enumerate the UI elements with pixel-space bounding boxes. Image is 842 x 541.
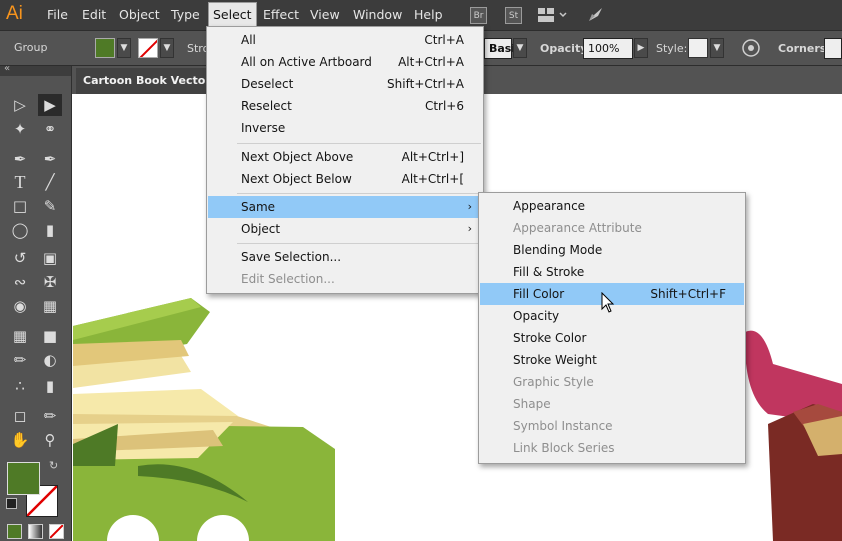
menu-select[interactable]: Select bbox=[208, 2, 257, 28]
submenu-item-fill-stroke[interactable]: Fill & Stroke bbox=[480, 261, 744, 283]
menu-item-same[interactable]: Same › bbox=[208, 196, 482, 218]
rocket-icon[interactable] bbox=[586, 6, 606, 24]
tools-panel-header[interactable]: « bbox=[0, 63, 71, 76]
scale-tool-icon[interactable]: ▣ bbox=[38, 247, 62, 269]
curvature-tool-icon[interactable]: ✒ bbox=[38, 148, 62, 170]
shaper-tool-icon[interactable]: ◯ bbox=[8, 219, 32, 241]
bridge-icon[interactable]: Br bbox=[470, 7, 487, 24]
style-label: Style: bbox=[656, 42, 688, 55]
submenu-item-link-block-series: Link Block Series bbox=[513, 441, 615, 455]
corners-label: Corners: bbox=[778, 42, 831, 55]
eyedropper-tool-icon[interactable]: ✏ bbox=[8, 349, 32, 371]
style-dropdown-arrow[interactable]: ▼ bbox=[513, 38, 527, 58]
lasso-tool-icon[interactable]: ⚭ bbox=[38, 118, 62, 140]
symbol-sprayer-tool-icon[interactable]: ∴ bbox=[8, 375, 32, 397]
tools-panel: « ▷ ▶ ✦ ⚭ ✒ ✒ T ╱ □ ✎ ◯ ▮ ↺ ▣ ∾ ✠ ◉ ▦ ▦ … bbox=[0, 63, 72, 541]
zoom-tool-icon[interactable]: ⚲ bbox=[38, 429, 62, 451]
workspace-layout-icon[interactable] bbox=[538, 8, 568, 23]
submenu-item-blending-mode[interactable]: Blending Mode bbox=[480, 239, 744, 261]
fill-dropdown[interactable]: ▼ bbox=[117, 38, 131, 58]
type-tool-icon[interactable]: T bbox=[8, 171, 32, 193]
menu-item-deselect[interactable]: Deselect Shift+Ctrl+A bbox=[208, 73, 482, 95]
default-colors-icon[interactable] bbox=[6, 498, 17, 509]
submenu-item-shape: Shape bbox=[513, 397, 551, 411]
fill-swatch[interactable] bbox=[95, 38, 115, 58]
color-mode-icon[interactable] bbox=[7, 524, 22, 539]
selection-tool-icon[interactable]: ▷ bbox=[8, 94, 32, 116]
submenu-item-appearance-attribute: Appearance Attribute bbox=[513, 221, 642, 235]
line-tool-icon[interactable]: ╱ bbox=[38, 171, 62, 193]
puppet-warp-tool-icon[interactable]: ✠ bbox=[38, 271, 62, 293]
submenu-item-stroke-weight[interactable]: Stroke Weight bbox=[480, 349, 744, 371]
recolor-artwork-icon[interactable] bbox=[742, 39, 760, 57]
submenu-item-symbol-instance: Symbol Instance bbox=[513, 419, 613, 433]
menu-separator bbox=[237, 143, 481, 144]
corners-field[interactable] bbox=[824, 38, 842, 59]
graph-tool-icon[interactable]: ▮ bbox=[38, 375, 62, 397]
menu-item-all-on-active-artboard[interactable]: All on Active Artboard Alt+Ctrl+A bbox=[208, 51, 482, 73]
menu-item-next-object-below[interactable]: Next Object Below Alt+Ctrl+[ bbox=[208, 168, 482, 190]
mesh-tool-icon[interactable]: ▦ bbox=[8, 325, 32, 347]
rotate-tool-icon[interactable]: ↺ bbox=[8, 247, 32, 269]
opacity-arrow[interactable]: ▶ bbox=[634, 38, 648, 58]
menu-separator bbox=[237, 193, 481, 194]
graphic-style-dropdown[interactable]: ▼ bbox=[710, 38, 724, 58]
menu-item-all[interactable]: All Ctrl+A bbox=[208, 29, 482, 51]
gradient-tool-icon[interactable]: ■ bbox=[38, 325, 62, 347]
gradient-mode-icon[interactable] bbox=[28, 524, 43, 539]
perspective-grid-tool-icon[interactable]: ▦ bbox=[38, 295, 62, 317]
slice-tool-icon[interactable]: ✏ bbox=[38, 405, 62, 427]
fill-color-box[interactable] bbox=[7, 462, 40, 495]
menu-item-object[interactable]: Object › bbox=[208, 218, 482, 240]
direct-selection-tool-icon[interactable]: ▶ bbox=[38, 94, 62, 116]
paintbrush-tool-icon[interactable]: ✎ bbox=[38, 195, 62, 217]
pen-tool-icon[interactable]: ✒ bbox=[8, 148, 32, 170]
submenu-item-graphic-style: Graphic Style bbox=[513, 375, 594, 389]
menu-item-next-object-above[interactable]: Next Object Above Alt+Ctrl+] bbox=[208, 146, 482, 168]
menu-edit[interactable]: Edit bbox=[82, 0, 106, 30]
selection-type-label: Group bbox=[14, 41, 48, 54]
graphic-style-swatch[interactable] bbox=[688, 38, 708, 58]
menu-item-edit-selection: Edit Selection... bbox=[241, 272, 335, 286]
menu-type[interactable]: Type bbox=[171, 0, 200, 30]
submenu-arrow-icon: › bbox=[467, 222, 472, 235]
stroke-dropdown[interactable]: ▼ bbox=[160, 38, 174, 58]
collapse-icon[interactable]: « bbox=[4, 63, 10, 74]
warp-tool-icon[interactable]: ∾ bbox=[8, 271, 32, 293]
menu-item-save-selection[interactable]: Save Selection... bbox=[208, 246, 482, 268]
app-logo: Ai bbox=[6, 3, 23, 24]
none-mode-icon[interactable] bbox=[49, 524, 64, 539]
menu-object[interactable]: Object bbox=[119, 0, 160, 30]
shape-builder-tool-icon[interactable]: ◉ bbox=[8, 295, 32, 317]
artboard-tool-icon[interactable]: ◻ bbox=[8, 405, 32, 427]
style-dropdown[interactable]: Basic bbox=[484, 38, 522, 59]
menu-item-inverse[interactable]: Inverse bbox=[208, 117, 482, 139]
hand-tool-icon[interactable]: ✋ bbox=[8, 429, 32, 451]
same-submenu: Appearance Appearance Attribute Blending… bbox=[478, 192, 746, 464]
menu-item-reselect[interactable]: Reselect Ctrl+6 bbox=[208, 95, 482, 117]
menu-file[interactable]: File bbox=[47, 0, 68, 30]
submenu-item-appearance[interactable]: Appearance bbox=[480, 195, 744, 217]
blend-tool-icon[interactable]: ◐ bbox=[38, 349, 62, 371]
opacity-field[interactable]: 100% bbox=[583, 38, 633, 59]
eraser-tool-icon[interactable]: ▮ bbox=[38, 219, 62, 241]
select-menu: All Ctrl+A All on Active Artboard Alt+Ctrl… bbox=[206, 26, 484, 294]
mouse-cursor-icon bbox=[601, 292, 615, 313]
menu-separator bbox=[237, 243, 481, 244]
rectangle-tool-icon[interactable]: □ bbox=[8, 195, 32, 217]
stock-icon[interactable]: St bbox=[505, 7, 522, 24]
submenu-item-stroke-color[interactable]: Stroke Color bbox=[480, 327, 744, 349]
stroke-swatch[interactable] bbox=[138, 38, 158, 58]
swap-colors-icon[interactable]: ↻ bbox=[49, 459, 58, 472]
document-tab[interactable]: Cartoon Book Vector Se bbox=[76, 68, 210, 94]
submenu-arrow-icon: › bbox=[467, 200, 472, 213]
magic-wand-tool-icon[interactable]: ✦ bbox=[8, 118, 32, 140]
